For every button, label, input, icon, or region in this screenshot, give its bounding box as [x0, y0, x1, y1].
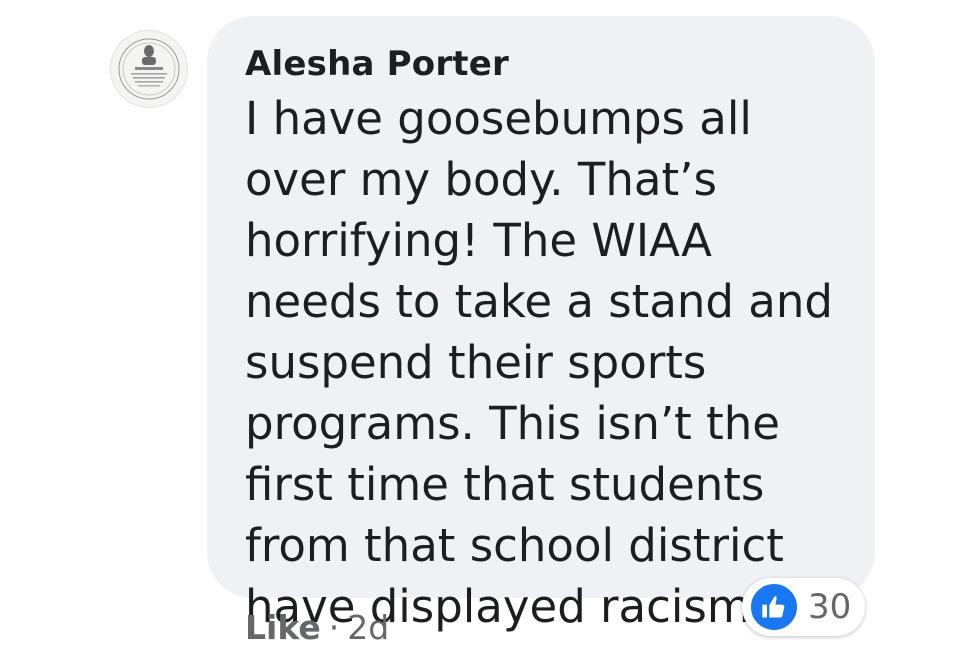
timestamp[interactable]: 2d [347, 608, 389, 647]
separator: · [328, 608, 340, 647]
comment-actions: Like · 2d [245, 608, 389, 647]
thumbs-up-icon [748, 581, 800, 633]
like-button[interactable]: Like [245, 608, 321, 647]
comment: Alesha Porter I have goosebumps all over… [0, 0, 980, 665]
reaction-summary[interactable]: 30 [742, 578, 866, 636]
avatar-image [118, 38, 180, 100]
comment-text: I have goosebumps all over my body. That… [245, 92, 833, 633]
reaction-count: 30 [808, 587, 852, 627]
avatar[interactable] [110, 30, 188, 108]
comment-author[interactable]: Alesha Porter [245, 44, 509, 84]
